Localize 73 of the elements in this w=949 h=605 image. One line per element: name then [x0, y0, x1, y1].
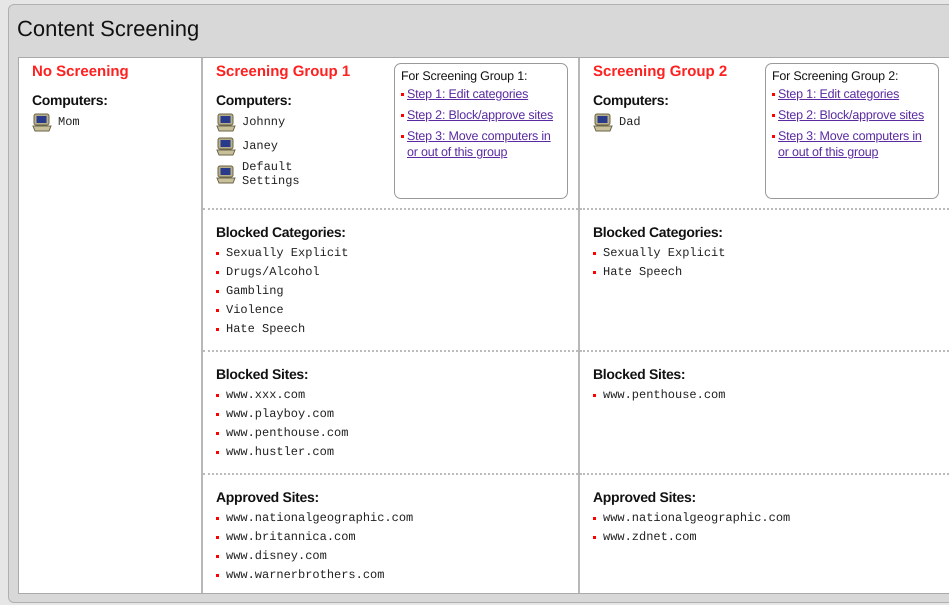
step-link[interactable]: Step 3: Move computers in or out of this group: [407, 128, 561, 160]
computer-name: Johnny: [242, 115, 286, 129]
steps-heading: For Screening Group 1:: [401, 69, 528, 83]
computer-icon: [32, 112, 52, 132]
bullet-icon: [216, 271, 219, 274]
step-link[interactable]: Step 3: Move computers in or out of this group: [778, 128, 932, 160]
list-item: www.penthouse.com: [603, 387, 726, 404]
bullet-icon: [772, 93, 775, 96]
list-item: Gambling: [226, 283, 284, 300]
list-item: www.nationalgeographic.com: [226, 510, 414, 527]
list-item: www.britannica.com: [226, 529, 356, 546]
section-heading: Approved Sites:: [593, 489, 697, 505]
section-heading: Computers:: [593, 92, 670, 108]
list-item: Sexually Explicit: [226, 245, 348, 262]
section-heading: Blocked Sites:: [216, 366, 310, 382]
section-heading: Approved Sites:: [216, 489, 320, 505]
bullet-icon: [401, 135, 404, 138]
step-link[interactable]: Step 1: Edit categories: [778, 86, 900, 102]
section-heading: Blocked Categories:: [216, 224, 347, 240]
bullet-icon: [216, 252, 219, 255]
steps-heading: For Screening Group 2:: [772, 69, 900, 83]
step-link[interactable]: Step 1: Edit categories: [407, 86, 528, 102]
list-item: www.warnerbrothers.com: [226, 567, 384, 584]
group-title: Screening Group 1: [216, 63, 350, 80]
list-item: Violence: [226, 302, 284, 319]
list-item: www.xxx.com: [226, 387, 306, 404]
bullet-icon: [216, 432, 219, 435]
bullet-icon: [401, 93, 404, 96]
computer-name: Default Settings: [242, 160, 301, 188]
bullet-icon: [216, 309, 219, 312]
list-item: Hate Speech: [603, 264, 682, 281]
list-item: www.zdnet.com: [603, 529, 697, 546]
computer-name: Mom: [58, 115, 81, 129]
bullet-icon: [216, 555, 219, 558]
bullet-icon: [216, 517, 219, 520]
list-item: www.playboy.com: [226, 406, 334, 423]
computer-icon: [216, 164, 236, 184]
bullet-icon: [216, 536, 219, 539]
computer-icon: [216, 112, 236, 132]
list-item: www.penthouse.com: [226, 425, 348, 442]
bullet-icon: [593, 536, 596, 539]
bullet-icon: [216, 328, 219, 331]
list-item: Hate Speech: [226, 321, 306, 338]
computer-icon: [216, 136, 236, 156]
bullet-icon: [593, 394, 596, 397]
group-title: No Screening: [32, 63, 130, 80]
bullet-icon: [593, 252, 596, 255]
section-heading: Blocked Categories:: [593, 224, 724, 240]
list-item: www.disney.com: [226, 548, 327, 565]
step-link[interactable]: Step 2: Block/approve sites: [407, 107, 554, 123]
bullet-icon: [216, 290, 219, 293]
section-heading: Blocked Sites:: [593, 366, 686, 382]
list-item: Drugs/Alcohol: [226, 264, 320, 281]
bullet-icon: [401, 114, 404, 117]
step-link[interactable]: Step 2: Block/approve sites: [778, 107, 924, 123]
window-title: Content Screening: [17, 16, 200, 42]
bullet-icon: [593, 271, 596, 274]
bullet-icon: [216, 451, 219, 454]
list-item: www.hustler.com: [226, 444, 334, 461]
section-heading: Computers:: [216, 92, 293, 108]
bullet-icon: [216, 574, 219, 577]
bullet-icon: [216, 413, 219, 416]
computer-name: Janey: [242, 139, 280, 153]
list-item: www.nationalgeographic.com: [603, 510, 790, 527]
bullet-icon: [216, 394, 219, 397]
bullet-icon: [772, 135, 775, 138]
bullet-icon: [593, 517, 596, 520]
section-heading: Computers:: [32, 92, 109, 108]
group-title: Screening Group 2: [593, 63, 728, 80]
list-item: Sexually Explicit: [603, 245, 726, 262]
computer-name: Dad: [619, 115, 642, 129]
computer-icon: [593, 112, 613, 132]
bullet-icon: [772, 114, 775, 117]
